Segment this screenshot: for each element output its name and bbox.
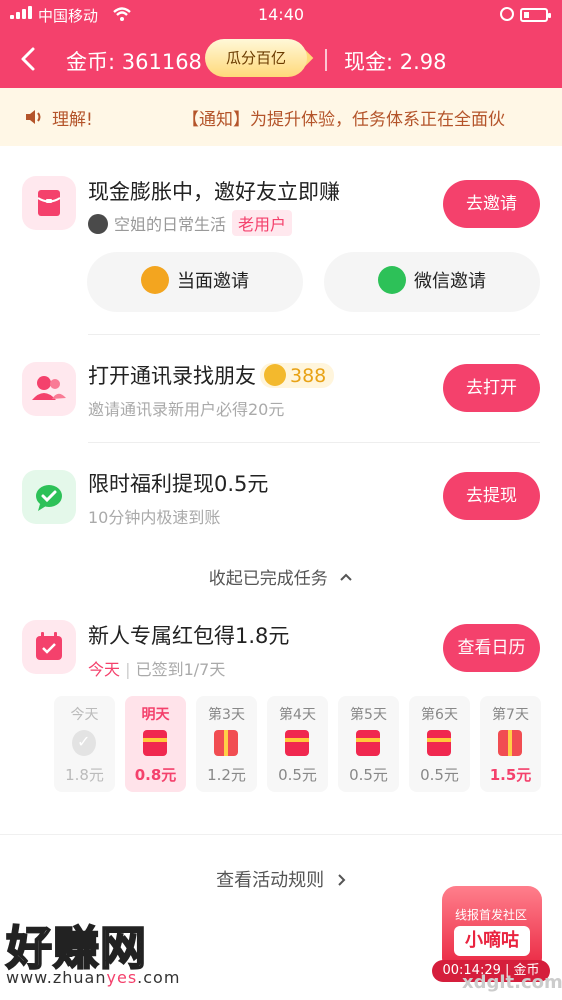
watermark-site-prefix: www.zhuan <box>6 968 107 987</box>
red-envelope-icon <box>285 730 309 756</box>
chevron-right-icon <box>338 874 346 886</box>
user-name: 空姐的日常生活 <box>114 215 227 234</box>
notice-bar[interactable]: 理解! 【通知】为提升体验，任务体系正在全面伙 <box>0 88 562 146</box>
separator: | <box>120 660 136 679</box>
day-value: 1.5元 <box>489 766 532 784</box>
red-envelope-icon <box>356 730 380 756</box>
old-user-tag: 老用户 <box>232 210 293 236</box>
divider <box>0 834 562 835</box>
contacts-task-subtitle: 邀请通讯录新用户必得20元 <box>88 400 285 419</box>
contacts-icon <box>22 362 76 416</box>
promo-badge-line1: 线报首发社区 <box>454 908 527 922</box>
checkin-day: 第4天 0.5元 <box>267 696 328 792</box>
day-label: 明天 <box>141 707 170 723</box>
wechat-invite-button[interactable]: 微信邀请 <box>324 252 540 312</box>
calendar-icon <box>22 620 76 674</box>
day-value: 0.5元 <box>349 766 388 784</box>
activity-rules-label: 查看活动规则 <box>216 870 325 891</box>
back-icon[interactable] <box>14 44 44 74</box>
coin-icon <box>264 364 286 386</box>
check-icon <box>72 730 96 756</box>
scan-icon <box>141 266 169 294</box>
corner-watermark: xdglt.com <box>462 972 562 993</box>
header-bar: 金币: 361168 瓜分百亿 现金: 2.98 <box>0 30 562 88</box>
view-calendar-button[interactable]: 查看日历 <box>443 624 540 672</box>
day-value: 1.2元 <box>207 766 246 784</box>
avatar <box>88 214 108 234</box>
divider <box>88 442 540 443</box>
coin-reward-badge: 388 <box>260 363 335 388</box>
day-label: 今天 <box>70 707 99 723</box>
day-label: 第5天 <box>350 707 387 723</box>
invite-button[interactable]: 去邀请 <box>443 180 540 228</box>
divider <box>88 334 540 335</box>
promo-badge-title: 小嘀咕 <box>454 926 530 956</box>
red-envelope-icon <box>22 176 76 230</box>
open-contacts-button[interactable]: 去打开 <box>443 364 540 412</box>
invite-task-user: 空姐的日常生活 老用户 <box>88 210 293 236</box>
watermark-site-em: yes <box>106 968 138 987</box>
checkin-days: 今天 1.8元 明天 0.8元 第3天 1.2元 第4天 0.5元 第5天 0.… <box>54 696 541 792</box>
day-value: 1.8元 <box>65 766 104 784</box>
day-label: 第4天 <box>279 707 316 723</box>
wechat-invite-label: 微信邀请 <box>414 271 486 292</box>
collapse-completed-toggle[interactable]: 收起已完成任务 <box>0 564 562 589</box>
battery-icon <box>520 8 551 22</box>
checkin-day: 第6天 0.5元 <box>409 696 470 792</box>
chat-check-icon <box>22 470 76 524</box>
coin-reward-value: 388 <box>290 365 327 387</box>
status-bar: 中国移动 14:40 <box>0 0 562 30</box>
header-divider <box>325 49 327 71</box>
cash-balance: 现金: 2.98 <box>344 50 447 74</box>
face-invite-label: 当面邀请 <box>177 271 249 292</box>
contacts-task-title-text: 打开通讯录找朋友 <box>88 364 256 388</box>
withdraw-task-title: 限时福利提现0.5元 <box>88 472 269 496</box>
notice-text: 【通知】为提升体验，任务体系正在全面伙 <box>182 110 505 130</box>
floating-promo-badge[interactable]: 线报首发社区 小嘀咕 00:14:29 | 金币 <box>432 886 550 986</box>
chevron-up-icon <box>340 573 352 581</box>
withdraw-button[interactable]: 去提现 <box>443 472 540 520</box>
checkin-day: 第3天 1.2元 <box>196 696 257 792</box>
day-label: 第6天 <box>421 707 458 723</box>
checkin-day: 今天 1.8元 <box>54 696 115 792</box>
day-value: 0.8元 <box>134 766 177 784</box>
red-envelope-icon <box>427 730 451 756</box>
checkin-day: 第5天 0.5元 <box>338 696 399 792</box>
day-value: 0.5元 <box>278 766 317 784</box>
share-billion-button[interactable]: 瓜分百亿 <box>205 39 307 77</box>
checkin-day: 明天 0.8元 <box>125 696 186 792</box>
checkin-task-title: 新人专属红包得1.8元 <box>88 624 290 648</box>
day-value: 0.5元 <box>420 766 459 784</box>
wechat-icon <box>378 266 406 294</box>
red-envelope-icon <box>143 730 167 756</box>
clock: 14:40 <box>257 5 305 24</box>
speaker-icon <box>26 110 41 124</box>
collapse-completed-label: 收起已完成任务 <box>208 569 328 589</box>
notice-text-tail: 理解! <box>52 110 93 130</box>
withdraw-task-subtitle: 10分钟内极速到账 <box>88 508 221 527</box>
coin-balance: 金币: 361168 <box>66 50 202 74</box>
checkin-progress-text: 已签到1/7天 <box>135 660 226 679</box>
contacts-task-title: 打开通讯录找朋友 388 <box>88 360 335 390</box>
day-label: 第3天 <box>208 707 245 723</box>
checkin-progress: 今天 | 已签到1/7天 <box>88 656 225 680</box>
checkin-day: 第7天 1.5元 <box>480 696 541 792</box>
day-label: 第7天 <box>492 707 529 723</box>
watermark-site-suffix: .com <box>137 968 181 987</box>
face-invite-button[interactable]: 当面邀请 <box>87 252 303 312</box>
rotation-lock-icon <box>500 7 514 21</box>
invite-task-title: 现金膨胀中，邀好友立即赚 <box>88 180 340 204</box>
gift-box-icon <box>214 730 238 756</box>
watermark-site: www.zhuanyes.com <box>6 968 180 987</box>
gift-box-icon <box>498 730 522 756</box>
watermark: 好赚网 www.zhuanyes.com <box>0 910 220 1000</box>
checkin-today-label: 今天 <box>88 660 121 679</box>
